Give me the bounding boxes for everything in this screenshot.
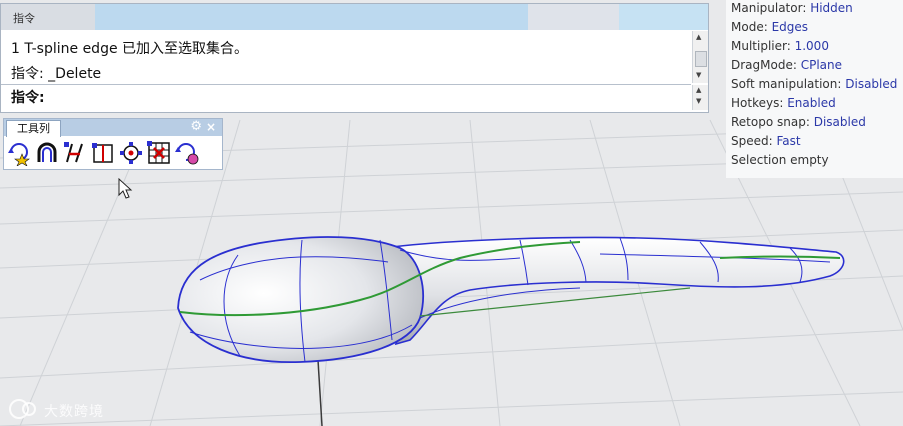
scroll-down-icon[interactable]: ▼ (696, 71, 701, 79)
toolbar-panel: 工具列 ⚙ × (3, 118, 223, 170)
toolbar-tab[interactable]: 工具列 (6, 120, 61, 137)
book-icon[interactable] (90, 140, 116, 166)
command-history-line-2: 指令: _Delete (11, 66, 102, 82)
command-prompt[interactable]: 指令: (11, 87, 45, 107)
watermark: 大数跨境 (8, 398, 118, 422)
status-row-dragmode: DragMode: CPlane (731, 58, 843, 72)
scrollbar-thumb[interactable] (695, 51, 707, 67)
scroll-up-icon[interactable]: ▲ (696, 33, 701, 41)
status-row-speed: Speed: Fast (731, 134, 801, 148)
tsplines-status-panel: Manipulator: Hidden Mode: Edges Multipli… (726, 0, 903, 178)
command-window-title: 指令 (13, 12, 35, 25)
prompt-spinner[interactable]: ▲ ▼ (692, 85, 708, 110)
prompt-down-icon[interactable]: ▼ (696, 97, 701, 105)
command-history-line-1: 1 T-spline edge 已加入至选取集合。 (11, 41, 249, 57)
prompt-up-icon[interactable]: ▲ (696, 86, 701, 94)
status-row-multiplier: Multiplier: 1.000 (731, 39, 829, 53)
watermark-logo-icon (9, 399, 36, 419)
edge-insert-icon[interactable] (62, 140, 88, 166)
status-row-hotkeys: Hotkeys: Enabled (731, 96, 836, 110)
mouse-cursor-icon (118, 178, 133, 199)
grid-select-icon[interactable] (146, 140, 172, 166)
watermark-text: 大数跨境 (44, 404, 104, 420)
toolbar-header[interactable]: 工具列 ⚙ × (4, 119, 222, 137)
command-window-title-bar[interactable]: 指令 (1, 4, 708, 30)
history-scrollbar[interactable]: ▲ ▼ (692, 31, 708, 83)
rotate-circle-icon[interactable] (174, 140, 200, 166)
rotate-star-icon[interactable] (6, 140, 32, 166)
status-row-manipulator: Manipulator: Hidden (731, 1, 853, 15)
circle-snap-icon[interactable] (118, 140, 144, 166)
status-row-selection: Selection empty (731, 153, 829, 167)
arch-magnet-icon[interactable] (34, 140, 60, 166)
status-row-retopo-snap: Retopo snap: Disabled (731, 115, 866, 129)
gear-icon[interactable]: ⚙ (190, 119, 202, 135)
command-window: 指令 1 T-spline edge 已加入至选取集合。 指令: _Delete… (0, 3, 709, 113)
status-row-mode: Mode: Edges (731, 20, 809, 34)
status-row-soft-manipulation: Soft manipulation: Disabled (731, 77, 898, 91)
command-divider (1, 84, 691, 85)
close-icon[interactable]: × (206, 119, 216, 135)
